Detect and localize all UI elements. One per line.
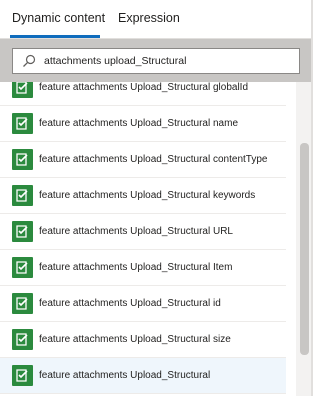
checklist-icon: [12, 149, 33, 170]
list-item[interactable]: feature attachments Upload_Structural na…: [0, 106, 286, 142]
tab-dynamic-content[interactable]: Dynamic content: [12, 11, 105, 25]
scrollbar-thumb[interactable]: [300, 143, 309, 355]
list-item[interactable]: feature attachments Upload_Structural co…: [0, 142, 286, 178]
list-item-label: feature attachments Upload_Structural It…: [39, 262, 233, 273]
checklist-icon: [12, 365, 33, 386]
checklist-icon: [12, 185, 33, 206]
list-item-label: feature attachments Upload_Structural co…: [39, 154, 268, 165]
checklist-icon: [12, 113, 33, 134]
list-item-label: feature attachments Upload_Structural si…: [39, 334, 231, 345]
panel-right-border: [311, 0, 313, 396]
list-item-label: feature attachments Upload_Structural: [39, 370, 211, 381]
checklist-icon: [12, 82, 33, 98]
list-item-selected[interactable]: feature attachments Upload_Structural: [0, 358, 286, 394]
list-item[interactable]: feature attachments Upload_Structural It…: [0, 250, 286, 286]
list-item[interactable]: feature attachments Upload_Structural si…: [0, 322, 286, 358]
list-item-label: feature attachments Upload_Structural id: [39, 298, 221, 309]
list-item[interactable]: feature attachments Upload_Structural ke…: [0, 178, 286, 214]
list-item-label: feature attachments Upload_Structural na…: [39, 118, 238, 129]
checklist-icon: [12, 293, 33, 314]
checklist-icon: [12, 257, 33, 278]
checklist-icon: [12, 221, 33, 242]
search-box[interactable]: [12, 48, 300, 74]
checklist-icon: [12, 329, 33, 350]
dynamic-content-list: feature attachments Upload_Structural gl…: [0, 82, 296, 396]
list-item[interactable]: feature attachments Upload_Structural UR…: [0, 214, 286, 250]
active-tab-indicator: [10, 35, 100, 38]
list-item-label: feature attachments Upload_Structural ke…: [39, 190, 256, 201]
list-item-label: feature attachments Upload_Structural gl…: [39, 82, 249, 93]
list-item-label: feature attachments Upload_Structural UR…: [39, 226, 233, 237]
tab-expression[interactable]: Expression: [118, 11, 180, 25]
search-input[interactable]: [44, 51, 294, 71]
list-item[interactable]: feature attachments Upload_Structural id: [0, 286, 286, 322]
tab-bar: Dynamic content Expression: [0, 0, 313, 39]
list-item[interactable]: feature attachments Upload_Structural gl…: [0, 82, 286, 106]
search-icon: [23, 54, 36, 67]
